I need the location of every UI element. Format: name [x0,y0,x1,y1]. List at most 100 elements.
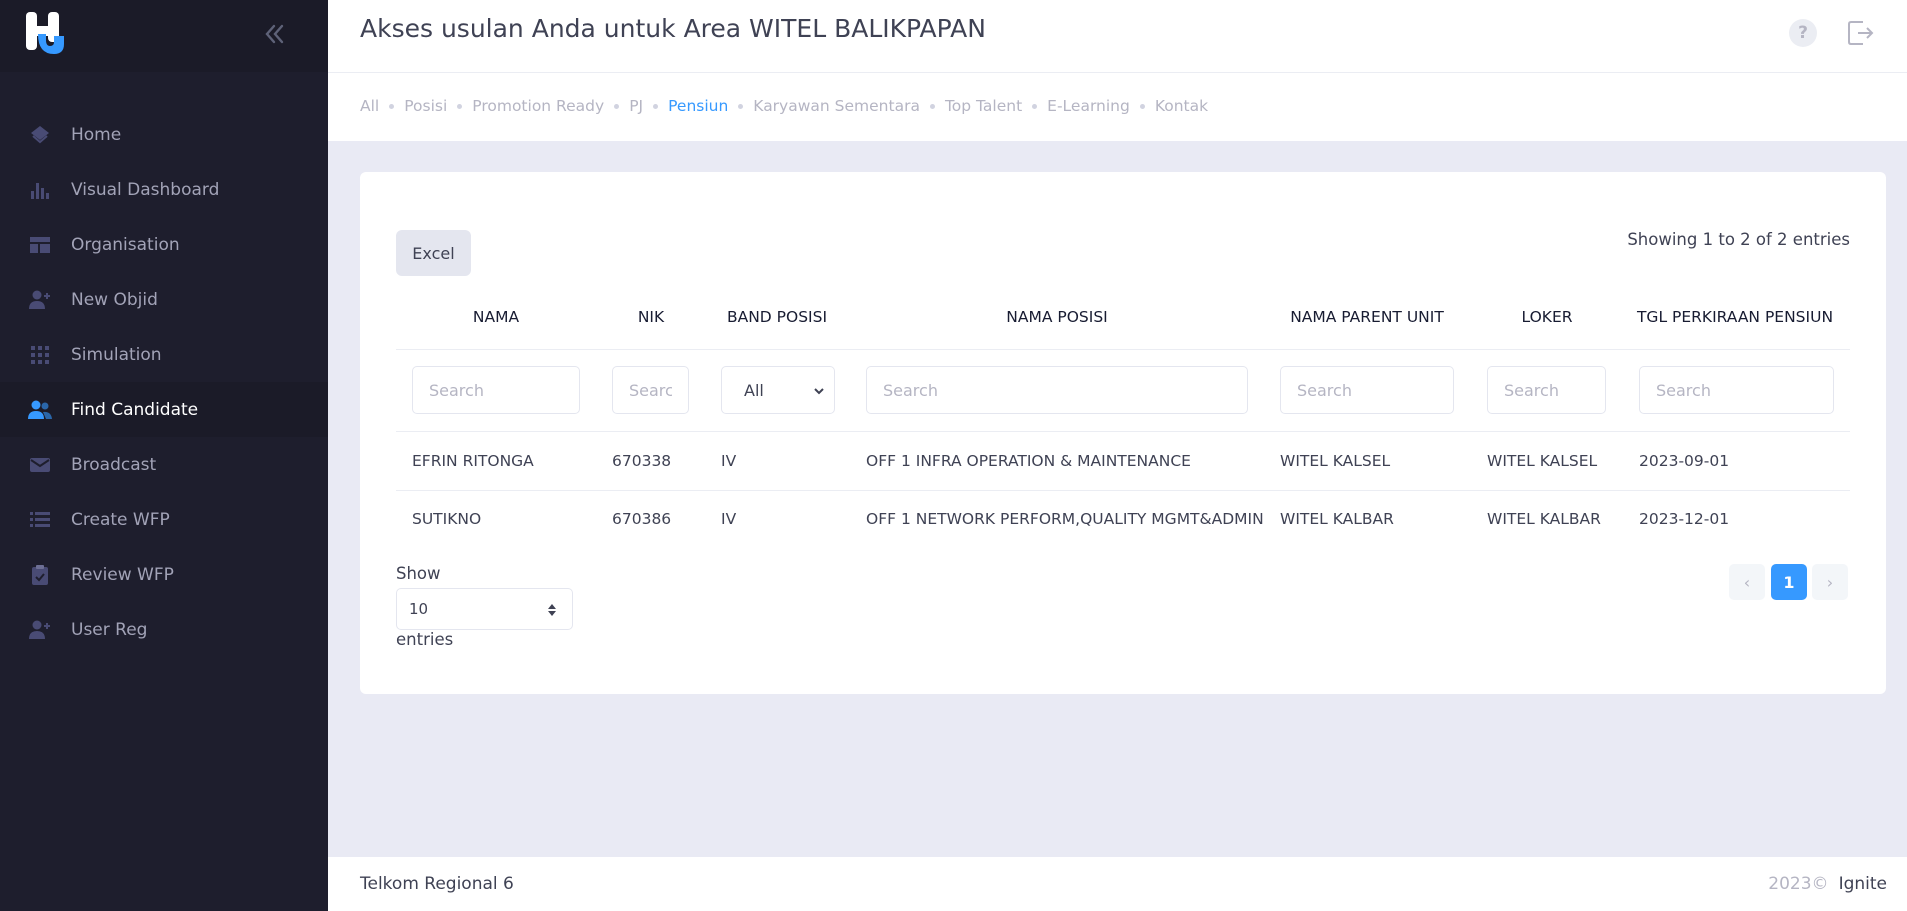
layout-icon [27,232,53,258]
add-user-icon [27,617,53,643]
column-header-nama-parent-unit[interactable]: NAMA PARENT UNIT [1290,308,1444,326]
footer-company: Telkom Regional 6 [360,874,514,894]
hire-logo[interactable] [26,10,64,54]
cell-nama: EFRIN RITONGA [412,452,534,470]
search-nama-posisi-input[interactable] [866,366,1248,414]
table-info: Showing 1 to 2 of 2 entries [1627,230,1850,249]
tab-separator [929,103,935,109]
tab-pensiun[interactable]: Pensiun [668,97,728,115]
tab-e-learning[interactable]: E-Learning [1047,97,1130,115]
tab-pj[interactable]: PJ [629,97,643,115]
table-row[interactable]: EFRIN RITONGA 670338 IV OFF 1 INFRA OPER… [396,433,1850,491]
page-length-select[interactable]: 10 [396,588,573,630]
tab-kontak[interactable]: Kontak [1155,97,1208,115]
sidebar-item-visual-dashboard[interactable]: Visual Dashboard [0,162,328,217]
sidebar-item-new-objid[interactable]: New Objid [0,272,328,327]
cell-nama-posisi: OFF 1 INFRA OPERATION & MAINTENANCE [866,452,1191,470]
sidebar-item-review-wfp[interactable]: Review WFP [0,547,328,602]
tab-separator [1032,103,1038,109]
sidebar-item-create-wfp[interactable]: Create WFP [0,492,328,547]
sidebar: Home Visual Dashboard Organisation New O… [0,0,328,911]
sidebar-item-simulation[interactable]: Simulation [0,327,328,382]
help-icon[interactable]: ? [1789,19,1817,47]
cell-loker: WITEL KALSEL [1487,452,1598,470]
top-header: Akses usulan Anda untuk Area WITEL BALIK… [328,0,1907,72]
column-header-tgl-perkiraan-pensiun[interactable]: TGL PERKIRAAN PENSIUN [1637,308,1833,326]
sidebar-item-label: Visual Dashboard [71,179,220,200]
band-posisi-selected: All [744,380,764,400]
cell-tgl-pensiun: 2023-12-01 [1639,510,1730,528]
footer-brand-link[interactable]: Ignite [1839,874,1887,894]
search-nama-parent-unit-input[interactable] [1280,366,1454,414]
entries-label: entries [396,630,454,649]
cell-tgl-pensiun: 2023-09-01 [1639,452,1730,470]
collapse-sidebar-icon[interactable] [260,20,288,48]
sidebar-item-label: Find Candidate [71,399,199,420]
cell-nik: 670386 [612,510,672,528]
tab-karyawan-sementara[interactable]: Karyawan Sementara [753,97,920,115]
sidebar-item-user-reg[interactable]: User Reg [0,602,328,657]
chevron-down-icon [814,388,824,395]
column-header-loker[interactable]: LOKER [1521,308,1572,326]
tab-all[interactable]: All [360,97,379,115]
excel-export-button[interactable]: Excel [396,230,471,276]
cell-nama: SUTIKNO [412,510,482,528]
logout-icon[interactable] [1846,18,1876,48]
bar-chart-icon [27,177,53,203]
sidebar-item-label: New Objid [71,289,158,310]
cell-loker: WITEL KALBAR [1487,510,1601,528]
cell-nama-posisi: OFF 1 NETWORK PERFORM,QUALITY MGMT&ADMIN [866,510,1264,528]
tab-separator [738,103,744,109]
sort-updown-icon [548,604,556,616]
page-1-button[interactable]: 1 [1771,564,1807,600]
table-filter-row: All [396,350,1850,432]
column-header-band-posisi[interactable]: BAND POSISI [727,308,827,326]
band-posisi-select[interactable]: All [721,366,835,414]
content-card: Excel Showing 1 to 2 of 2 entries NAMA N… [360,172,1886,694]
tab-list: All Posisi Promotion Ready PJ Pensiun Ka… [360,97,1208,115]
sidebar-item-broadcast[interactable]: Broadcast [0,437,328,492]
sidebar-item-label: Organisation [71,234,180,255]
sidebar-item-label: Home [71,124,122,145]
add-user-icon [27,287,53,313]
sidebar-item-organisation[interactable]: Organisation [0,217,328,272]
sidebar-item-find-candidate[interactable]: Find Candidate [0,382,328,437]
footer-year: 2023© [1768,874,1829,894]
column-header-nik[interactable]: NIK [638,308,664,326]
tab-top-talent[interactable]: Top Talent [945,97,1022,115]
sidebar-item-label: Create WFP [71,509,170,530]
previous-page-button[interactable]: ‹ [1729,564,1765,600]
page-length-value: 10 [409,600,429,618]
search-nik-input[interactable] [612,366,689,414]
search-loker-input[interactable] [1487,366,1606,414]
clipboard-check-icon [27,562,53,588]
cell-nama-parent-unit: WITEL KALSEL [1280,452,1391,470]
sidebar-header [0,0,328,72]
sidebar-item-home[interactable]: Home [0,107,328,162]
column-header-nama[interactable]: NAMA [473,308,519,326]
sidebar-item-label: User Reg [71,619,148,640]
page-title: Akses usulan Anda untuk Area WITEL BALIK… [360,14,986,43]
grid-dots-icon [27,342,53,368]
column-header-nama-posisi[interactable]: NAMA POSISI [1006,308,1107,326]
tab-separator [614,103,620,109]
tab-separator [389,103,395,109]
tab-separator [653,103,659,109]
subheader-tabs: All Posisi Promotion Ready PJ Pensiun Ka… [328,72,1907,141]
mail-icon [27,452,53,478]
tab-posisi[interactable]: Posisi [404,97,447,115]
cell-nama-parent-unit: WITEL KALBAR [1280,510,1394,528]
show-label: Show [396,564,441,583]
next-page-button[interactable]: › [1812,564,1848,600]
search-tgl-pensiun-input[interactable] [1639,366,1834,414]
sidebar-menu: Home Visual Dashboard Organisation New O… [0,107,328,657]
tab-promotion-ready[interactable]: Promotion Ready [472,97,604,115]
footer-right: 2023© Ignite [1768,874,1887,894]
cell-band-posisi: IV [721,452,737,470]
table-row[interactable]: SUTIKNO 670386 IV OFF 1 NETWORK PERFORM,… [396,491,1850,549]
users-icon [27,397,53,423]
cell-band-posisi: IV [721,510,737,528]
footer: Telkom Regional 6 2023© Ignite [328,857,1907,911]
sidebar-item-label: Simulation [71,344,162,365]
search-nama-input[interactable] [412,366,580,414]
